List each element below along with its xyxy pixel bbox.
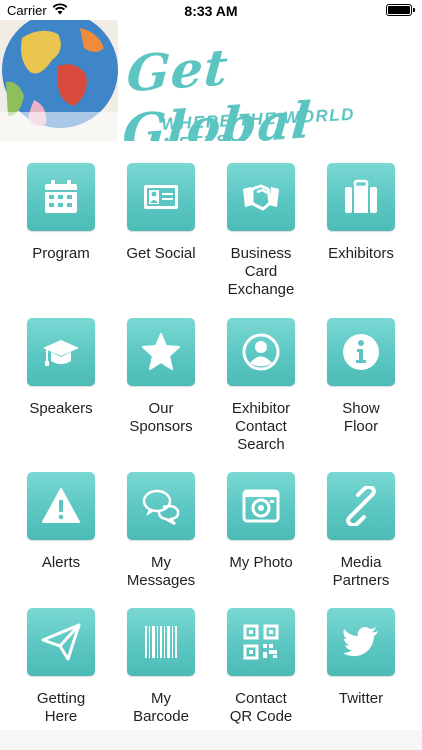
tile-label: Business Card Exchange bbox=[227, 245, 295, 298]
tile-program[interactable]: Program bbox=[11, 163, 111, 263]
tile-business-card-exchange[interactable]: Business Card Exchange bbox=[211, 163, 311, 299]
tile-label: Twitter bbox=[338, 690, 384, 707]
media-partners-button[interactable] bbox=[327, 472, 395, 540]
qr-code-icon bbox=[243, 624, 279, 660]
user-circle-icon bbox=[242, 333, 280, 371]
tile-label: Show Floor bbox=[342, 400, 380, 435]
program-button[interactable] bbox=[27, 163, 95, 231]
tile-exhibitors[interactable]: Exhibitors bbox=[311, 163, 411, 263]
tile-label: Alerts bbox=[41, 554, 81, 571]
tile-my-barcode[interactable]: My Barcode bbox=[111, 608, 211, 726]
briefcase-icon bbox=[345, 179, 377, 213]
barcode-icon bbox=[145, 626, 177, 658]
get-social-button[interactable] bbox=[127, 163, 195, 231]
status-time: 8:33 AM bbox=[184, 3, 238, 19]
tile-media-partners[interactable]: Media Partners bbox=[311, 472, 411, 590]
tile-label: My Messages bbox=[126, 554, 196, 589]
tile-get-social[interactable]: Get Social bbox=[111, 163, 211, 263]
tile-label: Program bbox=[32, 245, 90, 262]
tile-label: Contact QR Code bbox=[229, 690, 293, 725]
tile-label: Speakers bbox=[29, 400, 93, 417]
tile-label: Getting Here bbox=[36, 690, 86, 725]
tile-my-photo[interactable]: My Photo bbox=[211, 472, 311, 572]
tile-our-sponsors[interactable]: Our Sponsors bbox=[111, 318, 211, 436]
tile-exhibitor-contact-search[interactable]: Exhibitor Contact Search bbox=[211, 318, 311, 454]
show-floor-button[interactable] bbox=[327, 318, 395, 386]
star-icon bbox=[142, 333, 180, 370]
our-sponsors-button[interactable] bbox=[127, 318, 195, 386]
tile-twitter[interactable]: Twitter bbox=[311, 608, 411, 708]
link-icon bbox=[346, 486, 376, 526]
menu-grid: Program Get Social Business Card Exchang… bbox=[0, 141, 422, 731]
tile-label: My Barcode bbox=[133, 690, 189, 725]
speakers-button[interactable] bbox=[27, 318, 95, 386]
tile-label: Our Sponsors bbox=[129, 400, 193, 435]
info-icon bbox=[343, 334, 379, 370]
paper-plane-icon bbox=[41, 623, 81, 661]
twitter-icon bbox=[343, 627, 378, 657]
chat-bubbles-icon bbox=[142, 489, 180, 526]
exhibitor-contact-search-button[interactable] bbox=[227, 318, 295, 386]
status-bar: Carrier 8:33 AM bbox=[0, 0, 422, 20]
tile-label: Media Partners bbox=[332, 554, 390, 589]
exhibitors-button[interactable] bbox=[327, 163, 395, 231]
graduation-cap-icon bbox=[43, 340, 79, 366]
camera-icon bbox=[242, 489, 280, 523]
globe-photo-icon bbox=[0, 20, 118, 141]
tile-label: Exhibitors bbox=[328, 245, 394, 262]
tile-getting-here[interactable]: Getting Here bbox=[11, 608, 111, 726]
warning-icon bbox=[42, 488, 80, 523]
calendar-icon bbox=[45, 180, 77, 213]
tile-my-messages[interactable]: My Messages bbox=[111, 472, 211, 590]
header-banner: Get Global WHERE THE WORLD MEETS bbox=[0, 20, 422, 141]
my-barcode-button[interactable] bbox=[127, 608, 195, 676]
twitter-button[interactable] bbox=[327, 608, 395, 676]
tile-contact-qr-code[interactable]: Contact QR Code bbox=[211, 608, 311, 726]
contact-qr-code-button[interactable] bbox=[227, 608, 295, 676]
tile-speakers[interactable]: Speakers bbox=[11, 318, 111, 418]
handshake-icon bbox=[243, 184, 279, 211]
id-card-icon bbox=[144, 185, 178, 209]
tile-label: Get Social bbox=[126, 245, 196, 262]
alerts-button[interactable] bbox=[27, 472, 95, 540]
getting-here-button[interactable] bbox=[27, 608, 95, 676]
tile-alerts[interactable]: Alerts bbox=[11, 472, 111, 572]
tile-label: My Photo bbox=[229, 554, 293, 571]
business-card-exchange-button[interactable] bbox=[227, 163, 295, 231]
tile-label: Exhibitor Contact Search bbox=[231, 400, 291, 453]
bottom-strip bbox=[0, 730, 422, 750]
battery-icon bbox=[386, 4, 415, 16]
tile-show-floor[interactable]: Show Floor bbox=[311, 318, 411, 436]
my-messages-button[interactable] bbox=[127, 472, 195, 540]
my-photo-button[interactable] bbox=[227, 472, 295, 540]
